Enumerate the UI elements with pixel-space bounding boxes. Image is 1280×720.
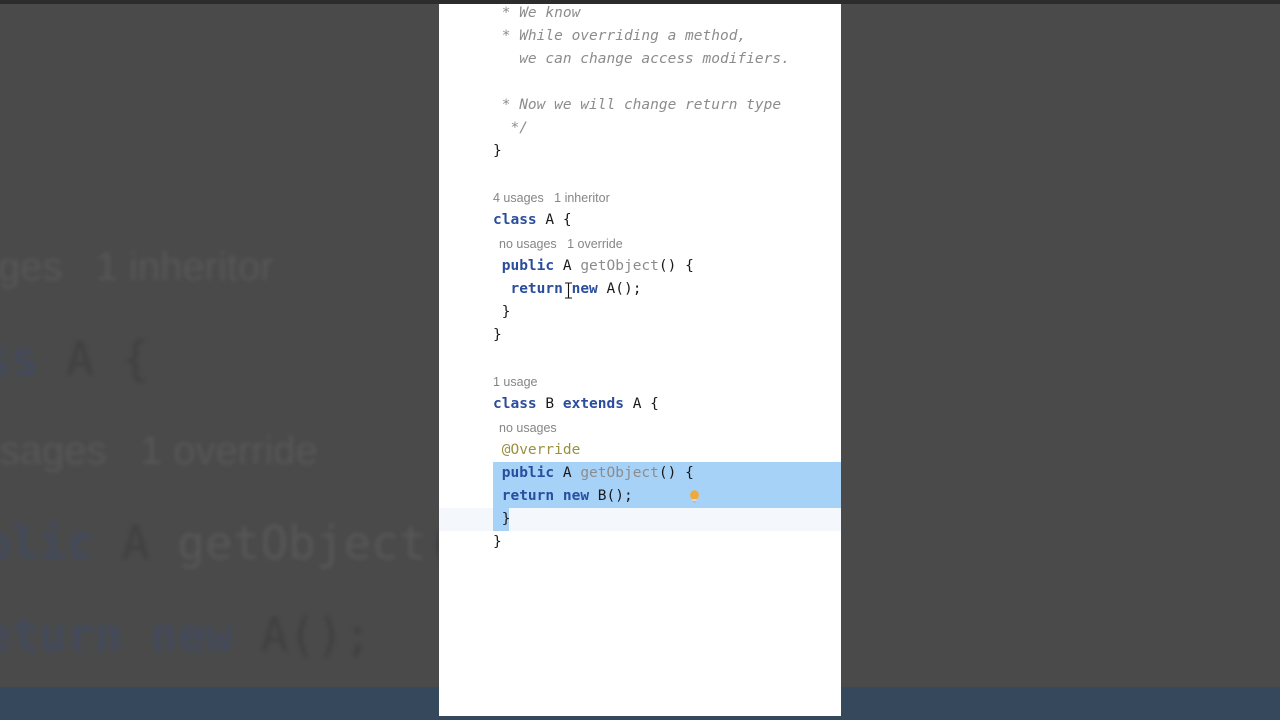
code-token-punct: () { (658, 465, 694, 481)
usage-hint[interactable]: 4 usages 1 inheritor (439, 186, 841, 209)
code-token-ident: A (554, 465, 581, 481)
code-line[interactable]: } (439, 324, 841, 347)
code-token-ident: A (554, 258, 581, 274)
code-line[interactable]: we can change access modifiers. (439, 48, 841, 71)
code-token-kw: return (501, 488, 555, 504)
code-token-punct: } (493, 143, 502, 159)
code-line[interactable]: class B extends A { (439, 393, 841, 416)
code-token-punct: } (493, 534, 502, 550)
code-token-kw: new (571, 281, 598, 297)
code-token-punct: { (562, 212, 572, 228)
code-token-anno: @Override (501, 442, 581, 458)
code-token-kw: class (493, 396, 537, 412)
code-line[interactable]: @Override (439, 439, 841, 462)
usage-hint[interactable]: no usages (439, 416, 841, 439)
code-token-cmt (493, 74, 502, 90)
code-line[interactable] (439, 71, 841, 94)
code-token-punct: } (493, 327, 502, 343)
code-line[interactable]: * We know (439, 4, 841, 25)
code-line[interactable]: * Now we will change return type (439, 94, 841, 117)
code-token-punct (493, 350, 502, 366)
code-token-kw: class (493, 212, 537, 228)
code-line[interactable]: public A getObject() { (439, 255, 841, 278)
code-token-punct (493, 166, 502, 182)
screenshot-root: * We know * While overriding a method, w… (0, 0, 1280, 720)
code-line-selected[interactable]: } (439, 508, 841, 531)
code-token-method: getObject (580, 465, 659, 481)
code-token-cmt: * While overriding a method, (493, 28, 747, 44)
code-editor-lines[interactable]: * We know * While overriding a method, w… (439, 4, 841, 554)
code-token-method: getObject (580, 258, 659, 274)
code-token-ident: B (536, 396, 563, 412)
code-token-cmt: */ (493, 120, 528, 136)
code-token-ident: A (536, 212, 563, 228)
code-token-kw: return (510, 281, 563, 297)
code-line[interactable]: * While overriding a method, (439, 25, 841, 48)
lightbulb-icon[interactable] (688, 489, 701, 504)
code-token-kw: public (501, 258, 555, 274)
code-line[interactable]: */ (439, 117, 841, 140)
code-token-cmt: * Now we will change return type (493, 97, 782, 113)
code-line[interactable]: return new A(); (439, 278, 841, 301)
code-token-ident: A (623, 396, 651, 412)
usage-hint[interactable]: no usages 1 override (439, 232, 841, 255)
code-line[interactable]: } (439, 301, 841, 324)
code-token-ident: B (589, 488, 607, 504)
code-token-punct: { (650, 396, 659, 412)
code-token-punct: (); (615, 281, 642, 297)
text-ibeam-cursor-icon (565, 282, 572, 299)
code-editor-panel[interactable]: * We know * While overriding a method, w… (439, 4, 841, 716)
code-line[interactable] (439, 163, 841, 186)
code-token-punct: () { (658, 258, 694, 274)
code-token-cmt: * We know (493, 5, 581, 21)
code-token-cmt: we can change access modifiers. (493, 51, 790, 67)
code-token-punct: (); (606, 488, 633, 504)
code-line[interactable]: class A { (439, 209, 841, 232)
code-token-ident: A (597, 281, 616, 297)
code-token-kw: new (562, 488, 590, 504)
code-token-kw: public (501, 465, 555, 481)
code-token-kw: extends (562, 396, 624, 412)
usage-hint[interactable]: 1 usage (439, 370, 841, 393)
code-line[interactable]: } (439, 140, 841, 163)
code-line[interactable]: } (439, 531, 841, 554)
code-token-punct: } (501, 304, 511, 320)
code-line-selected[interactable]: public A getObject() { (439, 462, 841, 485)
code-token-ident (554, 488, 563, 504)
code-token-punct: } (501, 511, 511, 527)
code-line[interactable] (439, 347, 841, 370)
code-line-selected[interactable]: return new B(); (439, 485, 841, 508)
